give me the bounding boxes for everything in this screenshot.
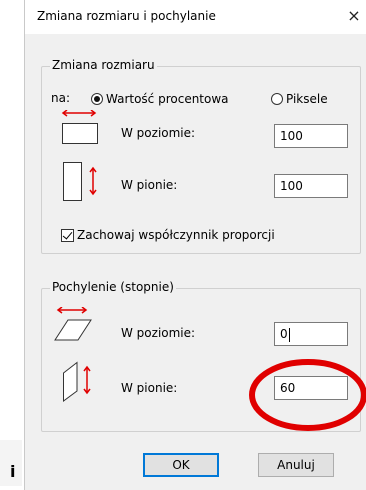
skew-vertical-value: 60 bbox=[280, 381, 296, 395]
resize-horizontal-icon bbox=[61, 110, 98, 144]
text-caret bbox=[288, 327, 290, 342]
resize-group-legend: Zmiana rozmiaru bbox=[50, 58, 157, 72]
skew-horizontal-label: W poziomie: bbox=[121, 326, 196, 340]
keep-ratio-checkbox[interactable]: Zachowaj współczynnik proporcji bbox=[61, 228, 275, 242]
background-text-fragment: i bbox=[10, 462, 16, 481]
percent-radio-dot[interactable] bbox=[91, 93, 103, 105]
resize-by-label: na: bbox=[51, 91, 71, 105]
background-window-strip bbox=[0, 0, 24, 490]
pixels-radio-dot[interactable] bbox=[271, 93, 283, 105]
close-button[interactable]: × bbox=[343, 4, 365, 28]
ok-button[interactable]: OK bbox=[143, 453, 219, 477]
cancel-button[interactable]: Anuluj bbox=[258, 453, 334, 477]
skew-horizontal-icon bbox=[54, 307, 92, 341]
dialog-title: Zmiana rozmiaru i pochylanie bbox=[37, 9, 216, 23]
dialog-titlebar: Zmiana rozmiaru i pochylanie × bbox=[25, 0, 366, 34]
screenshot-stage: i Zmiana rozmiaru i pochylanie × Zmiana … bbox=[0, 0, 366, 490]
skew-vertical-label: W pionie: bbox=[121, 381, 178, 395]
pixels-radio-label: Piksele bbox=[286, 92, 328, 106]
keep-ratio-checkbox-box[interactable] bbox=[61, 228, 74, 242]
skew-horizontal-input[interactable]: 0 bbox=[274, 322, 348, 346]
keep-ratio-label: Zachowaj współczynnik proporcji bbox=[77, 228, 275, 242]
resize-horizontal-value: 100 bbox=[280, 129, 303, 143]
resize-vertical-label: W pionie: bbox=[121, 178, 178, 192]
skew-vertical-input[interactable]: 60 bbox=[274, 376, 348, 400]
skew-horizontal-value: 0 bbox=[280, 327, 288, 341]
percent-radio-label: Wartość procentowa bbox=[106, 92, 229, 106]
skew-group: Pochylenie (stopnie) W poziomie: 0 W pio… bbox=[41, 280, 361, 432]
resize-vertical-value: 100 bbox=[280, 179, 303, 193]
skew-group-legend: Pochylenie (stopnie) bbox=[50, 280, 176, 294]
resize-horizontal-input[interactable]: 100 bbox=[274, 124, 348, 148]
resize-skew-dialog: Zmiana rozmiaru i pochylanie × Zmiana ro… bbox=[24, 0, 366, 490]
resize-horizontal-label: W poziomie: bbox=[121, 126, 196, 140]
resize-vertical-input[interactable]: 100 bbox=[274, 174, 348, 198]
pixels-radio[interactable]: Piksele bbox=[271, 92, 328, 106]
percent-radio[interactable]: Wartość procentowa bbox=[91, 92, 229, 106]
resize-vertical-icon bbox=[63, 162, 97, 201]
resize-group: Zmiana rozmiaru na: Wartość procentowa P… bbox=[41, 58, 361, 254]
skew-vertical-icon bbox=[63, 361, 91, 402]
